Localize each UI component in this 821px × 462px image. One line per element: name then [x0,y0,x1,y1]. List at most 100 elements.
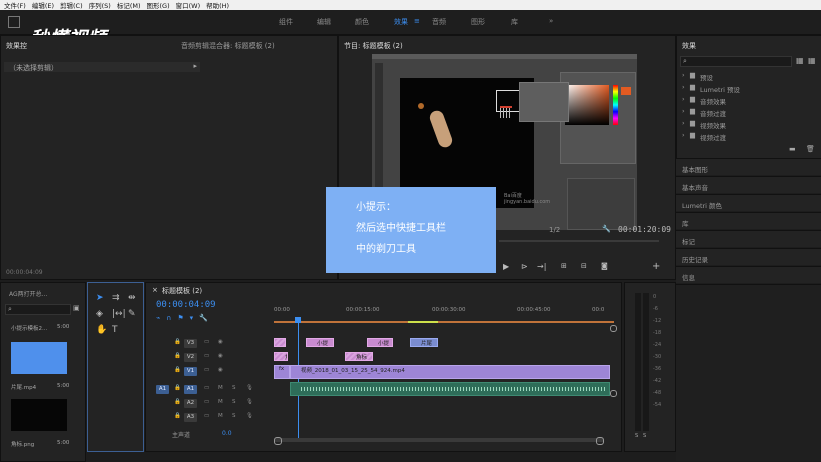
track-select-tool-icon[interactable]: ⇉ [112,293,120,303]
panel-lumetri-color[interactable]: Lumetri 颜色 [676,194,821,211]
slip-tool-icon[interactable]: |↔| [112,309,126,319]
insert-icon[interactable]: ⊞ [561,262,567,270]
clip-v2-badge-1[interactable]: 角标 [274,352,288,361]
workspace-menu-icon[interactable]: ≡ [414,17,420,25]
more-workspaces-icon[interactable]: » [549,17,553,25]
lock-icon[interactable]: 🔒 [174,413,181,419]
menu-help[interactable]: 帮助(H) [206,0,229,10]
panel-markers[interactable]: 标记 [676,230,821,247]
delete-icon[interactable]: 🗑 [806,145,815,153]
project-item-name[interactable]: 角标.png [11,440,34,448]
sync-icon[interactable]: ▭ [204,353,209,359]
clip-v1-fx[interactable]: fx [274,365,290,379]
lock-icon[interactable]: 🔒 [174,367,181,373]
clip-v3-ending[interactable]: 片尾 [410,338,438,347]
hand-tool-icon[interactable]: ✋ [96,325,107,335]
timeline-close-icon[interactable]: × [152,286,158,294]
solo-right[interactable]: S [643,433,646,439]
sync-icon[interactable]: ▭ [204,367,209,373]
mic-icon[interactable]: 🎙 [246,413,253,419]
panel-history[interactable]: 历史记录 [676,248,821,265]
timeline-tool-icons[interactable]: ⌁∩⚑▾🔧 [156,314,214,322]
panel-libraries[interactable]: 库 [676,212,821,229]
accelerated-icon[interactable]: ▦ [796,56,804,65]
track-a3-label[interactable]: A3 [184,413,197,422]
mic-icon[interactable]: 🎙 [246,385,253,391]
mic-icon[interactable]: 🎙 [246,399,253,405]
track-a2-label[interactable]: A2 [184,399,197,408]
overwrite-icon[interactable]: ⊟ [581,262,587,270]
tab-effects[interactable]: 效果 [394,17,408,27]
add-button[interactable]: + [652,261,660,272]
lock-icon[interactable]: 🔒 [174,339,181,345]
panel-info[interactable]: 信息 [676,266,821,283]
effect-controls-title[interactable]: 效果控 [6,41,27,51]
eye-icon[interactable]: ◉ [218,367,223,373]
menu-clip[interactable]: 剪辑(C) [60,0,83,10]
clip-v1-video[interactable]: 视频_2018_01_03_15_25_54_924.mp4 [290,365,610,379]
selection-tool-icon[interactable]: ➤ [96,293,104,303]
sync-icon[interactable]: ▭ [204,399,209,405]
new-bin-icon[interactable]: ▣ [73,304,80,312]
effects-search[interactable]: ⌕ [680,56,792,67]
solo-button[interactable]: S [232,385,236,391]
clip-a1-audio[interactable] [290,382,610,396]
fit-dropdown[interactable]: 1/2 [549,226,560,234]
time-ruler[interactable]: 00:00 00:00:15:00 00:00:30:00 00:00:45:0… [274,307,614,319]
project-title[interactable]: AG两打开总... [9,289,47,298]
wrench-icon[interactable]: 🔧 [602,225,611,233]
panel-essential-graphics[interactable]: 基本图形 [676,158,821,175]
thumbnail-blue[interactable] [11,342,67,374]
sync-icon[interactable]: ▭ [204,413,209,419]
new-bin-icon[interactable]: ▬ [789,145,796,153]
menu-sequence[interactable]: 序列(S) [89,0,111,10]
clip-v3-start[interactable] [274,338,286,347]
home-icon[interactable] [8,16,20,28]
pen-tool-icon[interactable]: ✎ [128,309,136,319]
lock-icon[interactable]: 🔒 [174,353,181,359]
tab-editing[interactable]: 编辑 [317,17,331,27]
effects-panel-title[interactable]: 效果 [682,41,696,51]
mute-button[interactable]: M [218,413,223,419]
clip-v2-badge-2[interactable]: 角标 [345,352,373,361]
camera-icon[interactable]: ◙ [601,262,608,270]
effects-item-video-transitions[interactable]: › ▆ 视频过渡 [682,131,818,147]
track-a1-label[interactable]: A1 [184,385,197,394]
mute-button[interactable]: M [218,385,223,391]
tab-assembly[interactable]: 组件 [279,17,293,27]
sync-icon[interactable]: ▭ [204,339,209,345]
audio-mixer-tab[interactable]: 音频剪辑混合器: 标题模板 (2) [181,41,275,51]
timeline-timecode[interactable]: 00:00:04:09 [156,300,216,310]
play-button[interactable]: ▶ [503,262,509,271]
menu-window[interactable]: 窗口(W) [176,0,201,10]
menu-file[interactable]: 文件(F) [4,0,26,10]
play-only-icon[interactable]: ▸ [193,62,197,70]
timeline-tab[interactable]: 标题模板 (2) [162,286,202,296]
clip-v3-tip-2[interactable]: 小提 [367,338,393,347]
master-volume[interactable]: 0.0 [222,430,232,437]
mute-button[interactable]: M [218,399,223,405]
track-v1-label[interactable]: V1 [184,367,197,376]
ripple-edit-tool-icon[interactable]: ⇹ [128,293,136,303]
source-a1[interactable]: A1 [156,385,169,394]
tab-color[interactable]: 颜色 [355,17,369,27]
panel-essential-sound[interactable]: 基本声音 [676,176,821,193]
track-v3-label[interactable]: V3 [184,339,197,348]
project-item-name[interactable]: 片尾.mp4 [11,383,36,391]
step-forward-button[interactable]: ⊳ [521,262,528,271]
project-item-name[interactable]: 小提示模板2... [11,324,47,332]
32bit-icon[interactable]: ▦ [808,56,816,65]
program-monitor-title[interactable]: 节目: 标题模板 (2) [344,41,403,51]
thumbnail-dark[interactable] [11,399,67,431]
playhead-handle[interactable] [295,317,301,323]
work-area-bar[interactable] [274,321,614,323]
timeline-scrollbar[interactable] [274,437,604,445]
type-tool-icon[interactable]: T [112,325,118,335]
eye-icon[interactable]: ◉ [218,339,223,345]
menu-edit[interactable]: 编辑(E) [32,0,54,10]
sync-icon[interactable]: ▭ [204,385,209,391]
go-to-out-button[interactable]: →| [537,262,546,271]
solo-button[interactable]: S [232,399,236,405]
eye-icon[interactable]: ◉ [218,353,223,359]
solo-left[interactable]: S [635,433,638,439]
